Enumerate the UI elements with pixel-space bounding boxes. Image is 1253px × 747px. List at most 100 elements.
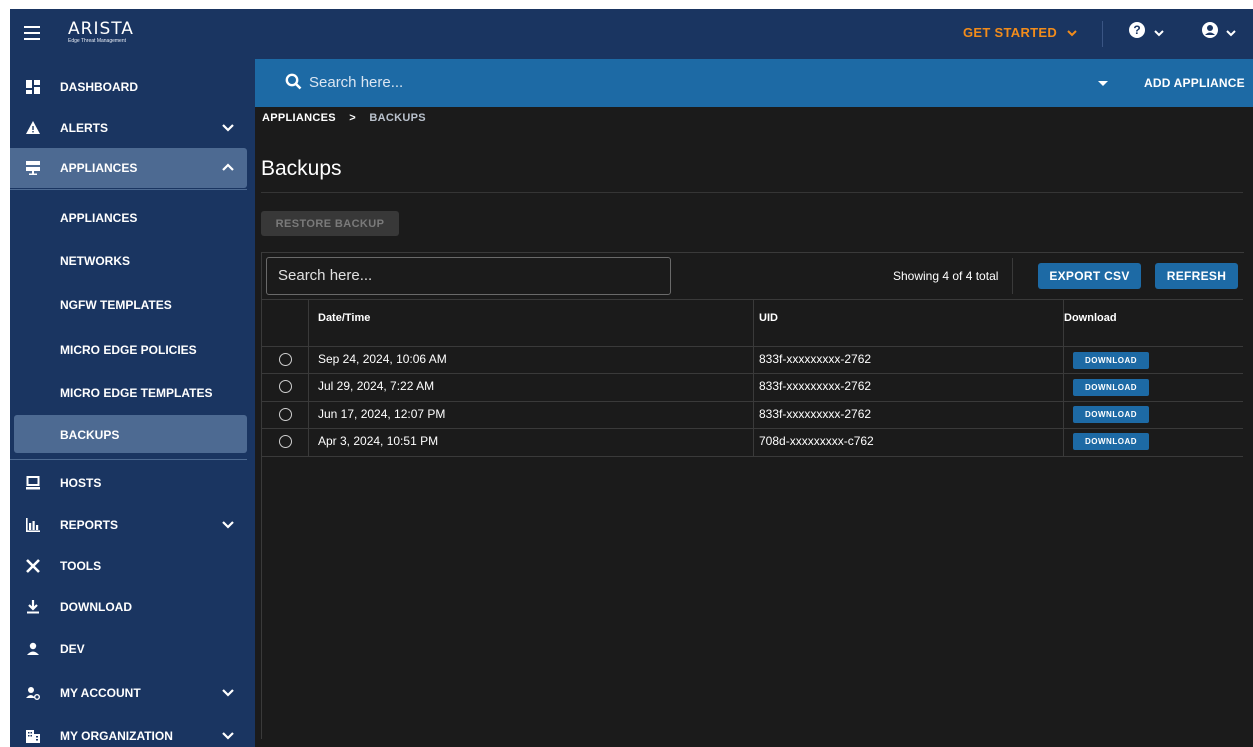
sidebar-item-my-account[interactable]: MY ACCOUNT	[10, 673, 255, 713]
column-divider	[753, 300, 754, 457]
export-csv-button[interactable]: EXPORT CSV	[1038, 263, 1141, 289]
sidebar-item-reports[interactable]: REPORTS	[10, 505, 255, 545]
page-title: Backups	[261, 157, 342, 180]
sidebar-item-label: DOWNLOAD	[60, 600, 132, 614]
help-icon[interactable]: ?	[1129, 22, 1145, 38]
sidebar-item-hosts[interactable]: HOSTS	[10, 463, 255, 503]
row-divider	[262, 428, 1243, 429]
sidebar-item-alerts[interactable]: ALERTS	[10, 108, 255, 148]
sidebar-item-appliances[interactable]: APPLIANCES	[10, 148, 255, 188]
active-item-highlight	[14, 415, 247, 453]
row-select-radio[interactable]	[279, 353, 292, 366]
get-started-label: GET STARTED	[963, 25, 1058, 40]
sidebar-subitem-label: APPLIANCES	[60, 211, 138, 225]
sidebar-item-my-organization[interactable]: MY ORGANIZATION	[10, 716, 255, 747]
toolbar-divider	[1012, 258, 1013, 294]
account-icon	[26, 687, 40, 700]
sidebar-item-label: REPORTS	[60, 518, 119, 532]
alert-icon	[26, 121, 40, 134]
grid-search-placeholder: Search here...	[278, 267, 373, 284]
chevron-down-icon	[222, 689, 234, 697]
hosts-icon	[26, 476, 40, 490]
breadcrumb-appliances-link[interactable]: APPLIANCES	[262, 112, 336, 124]
top-bar: ARISTA Edge Threat Management GET STARTE…	[10, 9, 1253, 59]
column-header-uid[interactable]: UID	[759, 312, 778, 324]
sidebar-subitem-appliances[interactable]: APPLIANCES	[10, 205, 255, 245]
sidebar-subitem-label: MICRO EDGE POLICIES	[60, 343, 197, 357]
tools-icon	[26, 559, 40, 573]
chevron-down-icon	[222, 124, 234, 132]
cell-datetime: Jun 17, 2024, 12:07 PM	[318, 407, 446, 421]
breadcrumb-current: BACKUPS	[369, 112, 426, 124]
hamburger-menu-icon[interactable]	[24, 26, 40, 40]
sidebar-subitem-label: NETWORKS	[60, 254, 130, 268]
add-appliance-button[interactable]: ADD APPLIANCE	[1144, 76, 1245, 90]
download-button[interactable]: DOWNLOAD	[1073, 352, 1149, 369]
cell-uid: 833f-xxxxxxxxx-2762	[759, 407, 872, 421]
arista-logo[interactable]: ARISTA Edge Threat Management	[68, 20, 134, 45]
breadcrumb-separator: >	[349, 112, 356, 124]
global-search-bar[interactable]: Search here... ADD APPLIANCE	[255, 59, 1253, 107]
global-search-placeholder[interactable]: Search here...	[309, 74, 403, 91]
title-divider	[261, 192, 1243, 193]
sidebar-subitem-micro-edge-policies[interactable]: MICRO EDGE POLICIES	[10, 337, 255, 377]
chevron-down-icon	[222, 521, 234, 529]
chevron-up-icon	[222, 163, 234, 171]
sidebar-item-label: DEV	[60, 642, 85, 656]
restore-backup-button[interactable]: RESTORE BACKUP	[261, 211, 399, 236]
sidebar-subitem-backups[interactable]: BACKUPS	[10, 415, 255, 455]
search-dropdown-icon[interactable]	[1097, 80, 1109, 88]
cell-datetime: Jul 29, 2024, 7:22 AM	[318, 379, 435, 393]
get-started-button[interactable]: GET STARTED	[963, 25, 1077, 40]
row-divider	[262, 456, 1243, 457]
column-header-datetime[interactable]: Date/Time	[318, 312, 370, 324]
user-chevron-down-icon[interactable]	[1226, 29, 1236, 37]
sidebar-item-dashboard[interactable]: DASHBOARD	[10, 67, 255, 107]
cell-uid: 708d-xxxxxxxxx-c762	[759, 434, 874, 448]
download-button[interactable]: DOWNLOAD	[1073, 406, 1149, 423]
sidebar-item-label: APPLIANCES	[60, 161, 138, 175]
download-icon	[27, 600, 39, 614]
help-chevron-down-icon[interactable]	[1154, 29, 1164, 37]
download-button[interactable]: DOWNLOAD	[1073, 433, 1149, 450]
reports-icon	[26, 518, 40, 532]
column-divider	[308, 300, 309, 457]
sidebar-divider	[10, 189, 247, 190]
sidebar-item-label: TOOLS	[60, 559, 102, 573]
sidebar-subitem-label: NGFW TEMPLATES	[60, 298, 172, 312]
sidebar-item-label: DASHBOARD	[60, 80, 138, 94]
column-header-download[interactable]: Download	[1064, 312, 1117, 324]
dashboard-icon	[26, 80, 40, 94]
user-account-icon[interactable]	[1202, 22, 1218, 38]
sidebar-item-tools[interactable]: TOOLS	[10, 546, 255, 586]
row-divider	[262, 346, 1243, 347]
row-select-radio[interactable]	[279, 408, 292, 421]
refresh-button[interactable]: REFRESH	[1155, 263, 1238, 289]
sidebar-item-label: MY ACCOUNT	[60, 686, 141, 700]
download-button[interactable]: DOWNLOAD	[1073, 379, 1149, 396]
sidebar-subitem-label: MICRO EDGE TEMPLATES	[60, 386, 213, 400]
row-divider	[262, 401, 1243, 402]
row-select-radio[interactable]	[279, 380, 292, 393]
sidebar-item-label: HOSTS	[60, 476, 102, 490]
cell-datetime: Apr 3, 2024, 10:51 PM	[318, 434, 439, 448]
cell-datetime: Sep 24, 2024, 10:06 AM	[318, 352, 447, 366]
search-icon	[285, 73, 302, 90]
chevron-down-icon	[222, 732, 234, 740]
sidebar-item-download[interactable]: DOWNLOAD	[10, 587, 255, 627]
column-divider	[1063, 300, 1064, 457]
topbar-divider	[1102, 21, 1103, 47]
sidebar-subitem-label: BACKUPS	[60, 428, 120, 442]
sidebar-subitem-ngfw-templates[interactable]: NGFW TEMPLATES	[10, 292, 255, 332]
organization-icon	[26, 730, 40, 743]
row-divider	[262, 373, 1243, 374]
sidebar-item-dev[interactable]: DEV	[10, 629, 255, 669]
cell-uid: 833f-xxxxxxxxx-2762	[759, 379, 872, 393]
cell-uid: 833f-xxxxxxxxx-2762	[759, 352, 872, 366]
record-count: Showing 4 of 4 total	[893, 269, 999, 283]
logo-subtitle: Edge Threat Management	[68, 38, 127, 44]
sidebar-subitem-networks[interactable]: NETWORKS	[10, 248, 255, 288]
sidebar-subitem-micro-edge-templates[interactable]: MICRO EDGE TEMPLATES	[10, 380, 255, 420]
row-select-radio[interactable]	[279, 435, 292, 448]
chevron-down-icon	[1067, 30, 1077, 37]
